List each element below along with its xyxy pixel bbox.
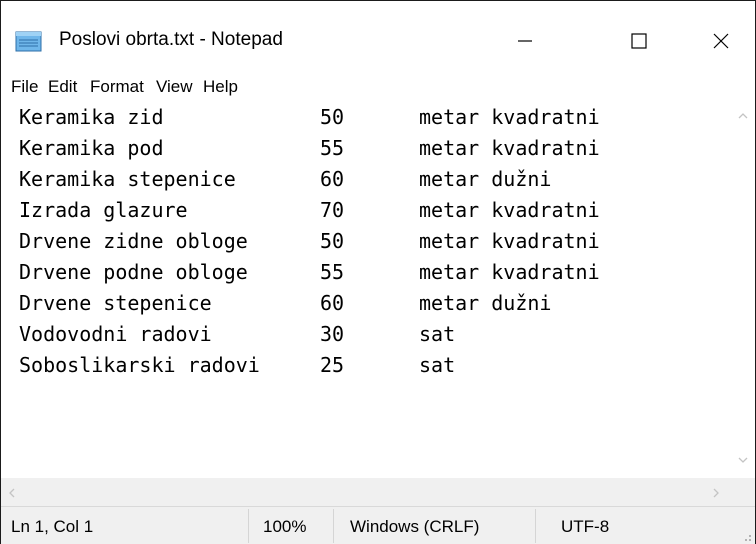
minimize-button[interactable]: [495, 19, 555, 63]
scrollbar-corner: [731, 478, 755, 506]
line-item-name: Keramika stepenice: [19, 167, 236, 191]
line-item-unit: metar kvadratni: [419, 260, 600, 284]
title-bar[interactable]: Poslovi obrta.txt - Notepad: [1, 1, 755, 69]
zoom-level: 100%: [263, 517, 307, 536]
horizontal-scrollbar[interactable]: [1, 478, 731, 506]
line-item-price: 50: [320, 229, 345, 253]
cursor-position: Ln 1, Col 1: [11, 517, 94, 536]
line-item-price: 50: [320, 105, 345, 129]
close-icon: [713, 33, 729, 49]
notepad-window: Poslovi obrta.txt - Notepad File Edit Fo…: [0, 0, 756, 544]
close-button[interactable]: [691, 19, 751, 63]
line-item-name: Drvene podne obloge: [19, 260, 248, 284]
menu-view[interactable]: View: [156, 77, 193, 97]
line-ending: Windows (CRLF): [350, 517, 480, 536]
line-item-price: 60: [320, 291, 345, 315]
line-item-unit: sat: [419, 322, 456, 346]
line-item-price: 25: [320, 353, 345, 377]
text-line: Vodovodni radovi 30 sat: [1, 320, 731, 351]
vertical-scrollbar[interactable]: [731, 103, 755, 478]
menu-bar: File Edit Format View Help: [1, 73, 755, 103]
resize-grip-icon[interactable]: [739, 529, 753, 543]
line-item-name: Soboslikarski radovi: [19, 353, 260, 377]
line-item-unit: metar kvadratni: [419, 198, 600, 222]
minimize-icon: [518, 40, 532, 42]
line-item-unit: sat: [419, 353, 456, 377]
window-title: Poslovi obrta.txt - Notepad: [59, 29, 283, 50]
line-item-unit: metar kvadratni: [419, 229, 600, 253]
line-item-unit: metar kvadratni: [419, 136, 600, 160]
text-line: Keramika pod 55 metar kvadratni: [1, 134, 731, 165]
menu-help[interactable]: Help: [203, 77, 238, 97]
text-line: Keramika zid 50 metar kvadratni: [1, 103, 731, 134]
menu-format[interactable]: Format: [90, 77, 144, 97]
status-divider: [333, 509, 334, 543]
text-line: Drvene zidne obloge 50 metar kvadratni: [1, 227, 731, 258]
line-item-unit: metar dužni: [419, 291, 552, 315]
status-bar: Ln 1, Col 1 100% Windows (CRLF) UTF-8: [1, 506, 755, 544]
line-item-name: Izrada glazure: [19, 198, 188, 222]
text-line: Soboslikarski radovi 25 sat: [1, 351, 731, 382]
text-line: Drvene stepenice 60 metar dužni: [1, 289, 731, 320]
chevron-down-icon[interactable]: [737, 455, 749, 465]
encoding: UTF-8: [561, 517, 610, 536]
menu-edit[interactable]: Edit: [48, 77, 77, 97]
maximize-icon: [631, 33, 647, 49]
line-item-name: Drvene stepenice: [19, 291, 212, 315]
line-item-unit: metar dužni: [419, 167, 552, 191]
line-item-unit: metar kvadratni: [419, 105, 600, 129]
text-line: Keramika stepenice 60 metar dužni: [1, 165, 731, 196]
line-item-price: 30: [320, 322, 345, 346]
status-divider: [535, 509, 536, 543]
line-item-name: Vodovodni radovi: [19, 322, 212, 346]
chevron-right-icon[interactable]: [711, 487, 721, 499]
notepad-icon: [15, 31, 42, 52]
line-item-price: 70: [320, 198, 345, 222]
line-item-name: Keramika pod: [19, 136, 164, 160]
status-divider: [248, 509, 249, 543]
line-item-name: Drvene zidne obloge: [19, 229, 248, 253]
chevron-left-icon[interactable]: [7, 487, 17, 499]
line-item-price: 55: [320, 136, 345, 160]
text-line: Drvene podne obloge 55 metar kvadratni: [1, 258, 731, 289]
line-item-price: 60: [320, 167, 345, 191]
menu-file[interactable]: File: [11, 77, 38, 97]
text-line: Izrada glazure 70 metar kvadratni: [1, 196, 731, 227]
chevron-up-icon[interactable]: [737, 111, 749, 121]
maximize-button[interactable]: [609, 19, 669, 63]
text-editor[interactable]: Keramika zid 50 metar kvadratni Keramika…: [1, 103, 731, 478]
line-item-name: Keramika zid: [19, 105, 164, 129]
line-item-price: 55: [320, 260, 345, 284]
